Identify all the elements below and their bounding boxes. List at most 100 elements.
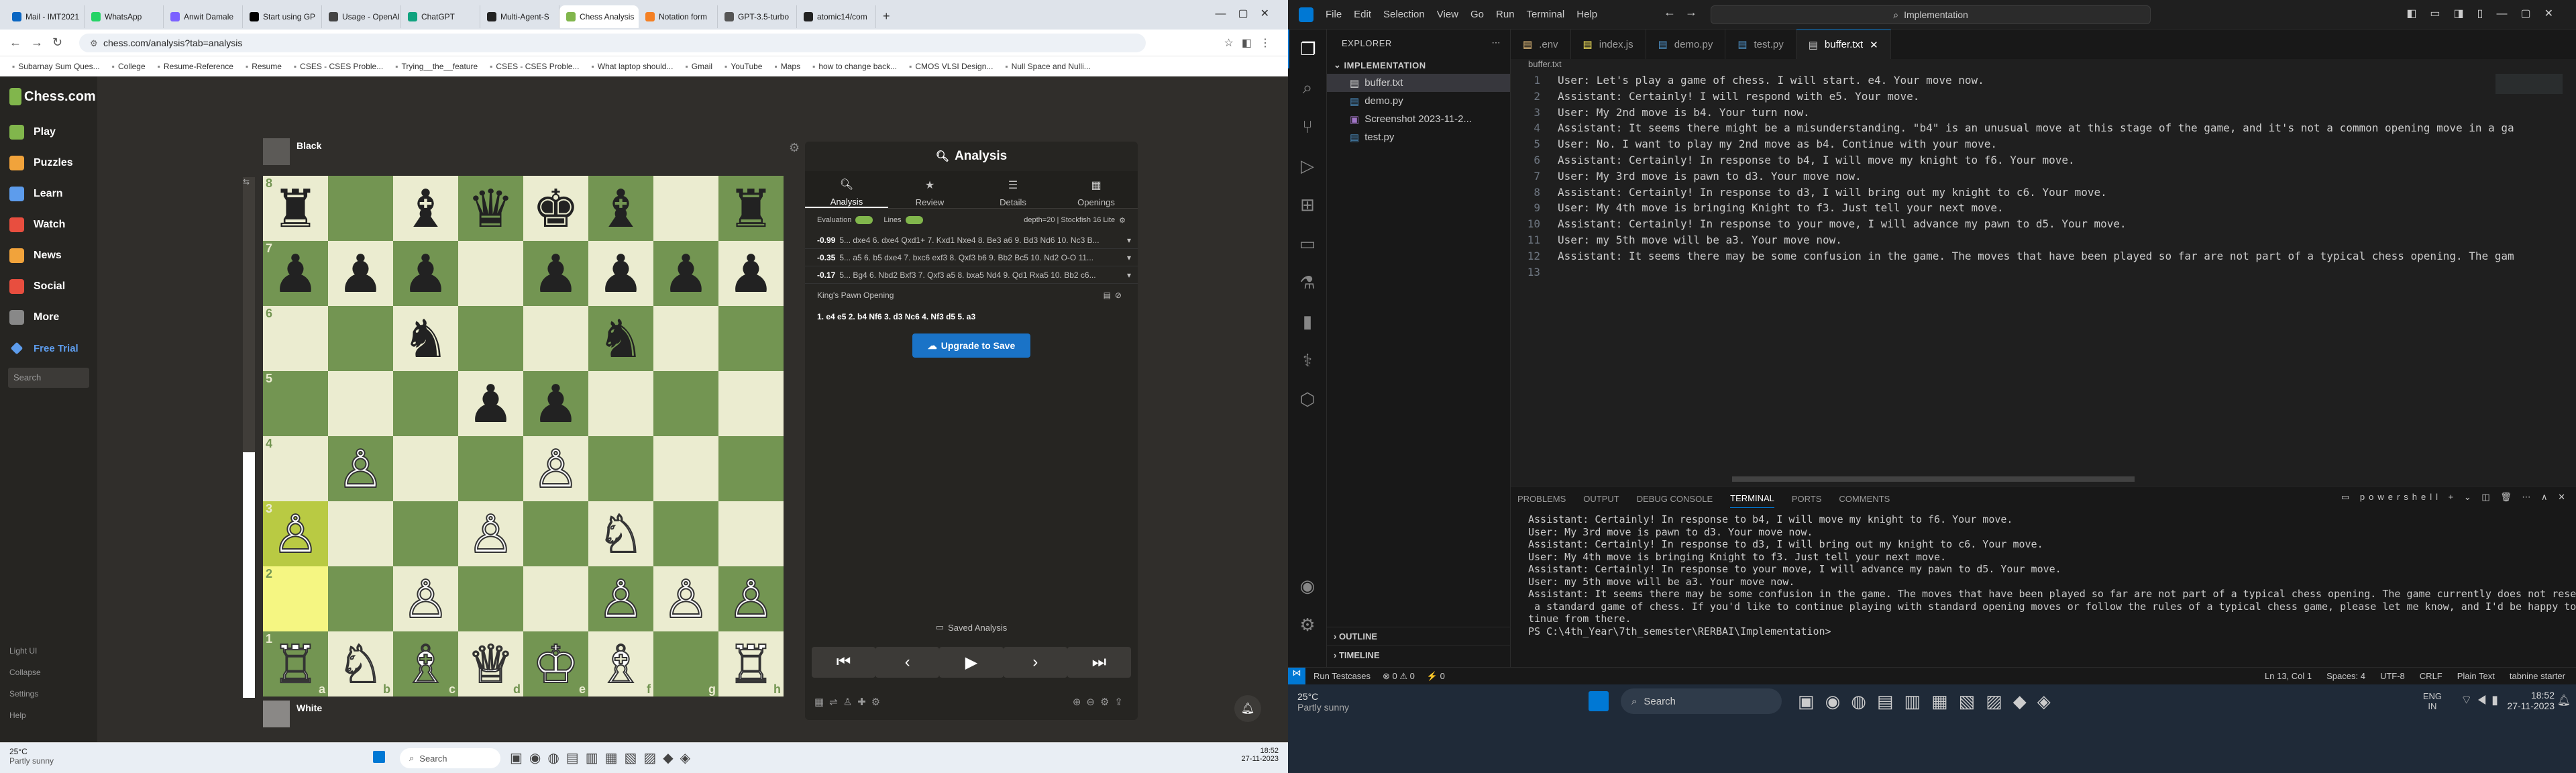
chess-piece[interactable]: ♞ (402, 313, 449, 365)
bookmark-item[interactable]: ▪ Subarnay Sum Ques... (12, 62, 100, 71)
board-square[interactable]: ♖ h (718, 631, 784, 697)
remote-indicator[interactable]: ⋈ (1288, 667, 1305, 685)
nav-buttons[interactable]: ←→↻ (9, 36, 72, 50)
board-square[interactable]: ♙ (718, 566, 784, 631)
bookmark-item[interactable]: ▪ Resume (246, 62, 282, 71)
panel-tab-comments[interactable]: COMMENTS (1839, 494, 1890, 504)
board-square[interactable]: ♘ b (328, 631, 393, 697)
start-icon[interactable] (373, 751, 385, 763)
board-square[interactable] (328, 176, 393, 241)
status-item[interactable]: ⊗ 0 ⚠ 0 (1383, 671, 1415, 682)
board-square[interactable]: ♟ (328, 241, 393, 306)
bookmark-item[interactable]: ▪ Maps (774, 62, 800, 71)
browser-tab[interactable]: Multi-Agent-S (480, 5, 559, 28)
timeline-section[interactable]: › TIMELINE (1327, 646, 1511, 664)
explorer-more-icon[interactable]: ⋯ (1492, 38, 1501, 48)
taskbar-search[interactable]: ⌕ Search (400, 748, 500, 768)
browser-tab[interactable]: Chess Analysis (559, 5, 639, 28)
chess-piece[interactable]: ♙ (662, 572, 710, 626)
engine-line[interactable]: -0.35 5... a5 6. b5 dxe4 7. bxc6 exf3 8. … (805, 249, 1138, 266)
sidebar-bottom-item[interactable]: Collapse (0, 662, 97, 683)
status-item[interactable]: UTF-8 (2380, 671, 2405, 681)
board-square[interactable] (653, 371, 718, 436)
board-square[interactable] (653, 436, 718, 501)
extensions-icon[interactable]: ☆◧⋮ (1224, 36, 1279, 50)
start-icon[interactable] (1589, 691, 1609, 711)
chess-piece[interactable]: ♟ (533, 248, 580, 300)
board-square[interactable] (653, 306, 718, 371)
code-editor[interactable]: 1 User: Let's play a game of chess. I wil… (1511, 74, 2576, 281)
board-square[interactable] (523, 501, 588, 566)
board-square[interactable]: ♟ (523, 371, 588, 436)
chess-piece[interactable]: ♟ (402, 248, 449, 300)
extensions-icon[interactable]: ⊞ (1288, 185, 1327, 224)
board-square[interactable]: ♜ (718, 176, 784, 241)
terminal-output[interactable]: Assistant: Certainly! In response to b4,… (1511, 511, 2576, 637)
board-settings-icon[interactable]: ⚙ (789, 141, 800, 155)
board-square[interactable]: ♟ (588, 241, 653, 306)
manage-gear-icon[interactable]: ⚙ (1288, 605, 1327, 644)
site-info-icon[interactable]: ⚙ (90, 38, 98, 49)
board-square[interactable]: ♘ (588, 501, 653, 566)
bookmark-item[interactable]: ▪ Trying__the__feature (395, 62, 478, 71)
remote-icon[interactable]: ▭ (1288, 224, 1327, 263)
chevron-down-icon[interactable]: ▾ (1127, 253, 1131, 262)
sidebar-item-news[interactable]: News (0, 240, 97, 271)
board-square[interactable] (458, 306, 523, 371)
browser-tab[interactable]: Usage - OpenAI (322, 5, 401, 28)
board-square[interactable]: ♖ 1 a (263, 631, 328, 697)
testing-icon[interactable]: ⚗ (1288, 263, 1327, 302)
chart-icon[interactable]: ▮ (1288, 302, 1327, 341)
python-icon[interactable]: ⚕ (1288, 341, 1327, 380)
chess-piece[interactable]: ♗ (402, 637, 450, 691)
menu-file[interactable]: File (1326, 9, 1342, 20)
chess-piece[interactable]: ♟ (337, 248, 384, 300)
horizontal-scrollbar[interactable] (1732, 476, 2135, 482)
chess-piece[interactable]: ♙ (727, 572, 775, 626)
explorer-file[interactable]: ▤ buffer.txt (1327, 74, 1510, 92)
sidebar-item-more[interactable]: More (0, 302, 97, 333)
opening-icons[interactable]: ▤⊘ (1104, 291, 1126, 300)
editor-tab[interactable]: ▤ demo.py (1646, 30, 1726, 59)
flip-icon[interactable]: ⇆ (243, 177, 250, 187)
board-square[interactable] (328, 306, 393, 371)
engine-settings-icon[interactable]: ⚙ (1119, 216, 1126, 225)
prev-move-button[interactable]: ‹ (875, 647, 940, 678)
sidebar-item-watch[interactable]: Watch (0, 209, 97, 240)
sidebar-bottom-item[interactable]: Settings (0, 683, 97, 705)
browser-tab[interactable]: Anwit Damale (164, 5, 243, 28)
chess-piece[interactable]: ♟ (728, 248, 775, 300)
saved-analysis[interactable]: ▭ Saved Analysis (805, 622, 1138, 633)
board-square[interactable]: ♙ (653, 566, 718, 631)
outline-section[interactable]: › OUTLINE (1327, 627, 1511, 646)
editor-tab[interactable]: ▤ buffer.txt ✕ (1796, 30, 1891, 59)
board-square[interactable]: ♙ 3 (263, 501, 328, 566)
play-button[interactable]: ▶ (939, 647, 1004, 678)
board-square[interactable]: ♝ (588, 176, 653, 241)
status-item[interactable]: Plain Text (2457, 671, 2495, 681)
free-trial-link[interactable]: Free Trial (0, 333, 97, 364)
bookmark-item[interactable]: ▪ YouTube (724, 62, 762, 71)
browser-tab[interactable]: Start using GP (243, 5, 322, 28)
breadcrumb[interactable]: buffer.txt (1511, 59, 2576, 74)
board-square[interactable] (718, 501, 784, 566)
chess-piece[interactable]: ♕ (467, 637, 515, 691)
chevron-down-icon[interactable]: ▾ (1127, 236, 1131, 245)
chess-piece[interactable]: ♖ (727, 637, 775, 691)
tab-openings[interactable]: ▦ Openings (1055, 172, 1138, 207)
chess-piece[interactable]: ♟ (468, 378, 515, 430)
board-square[interactable]: ♟ (458, 371, 523, 436)
board-square[interactable]: ♟ 7 (263, 241, 328, 306)
source-control-icon[interactable]: ⑂ (1288, 107, 1327, 146)
terminal-actions[interactable]: ▭ powershell + ⌄ ◫ 🗑︎ ⋯ ∧ ✕ (2341, 492, 2569, 503)
back-forward-icons[interactable]: ←→ (1664, 5, 1707, 19)
status-item[interactable]: ⚡ 0 (1427, 671, 1445, 682)
board-square[interactable]: ♚ (523, 176, 588, 241)
explorer-file[interactable]: ▣ Screenshot 2023-11-2... (1327, 110, 1510, 128)
board-square[interactable] (653, 501, 718, 566)
editor-tab[interactable]: ▤ test.py (1725, 30, 1796, 59)
board-square[interactable] (393, 501, 458, 566)
menu-terminal[interactable]: Terminal (1527, 9, 1565, 20)
taskbar-search[interactable]: ⌕ Search (1621, 688, 1782, 714)
board-square[interactable]: ♙ (588, 566, 653, 631)
